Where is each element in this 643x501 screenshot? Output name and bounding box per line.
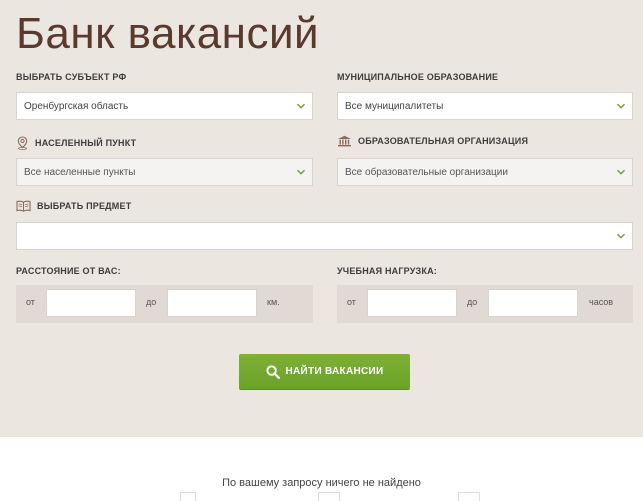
distance-unit: км. (267, 297, 280, 307)
distance-from-label: от (26, 297, 35, 307)
page-title: Банк вакансий (16, 9, 320, 58)
find-vacancies-label: Найти вакансии (285, 366, 384, 377)
distance-label: Расстояние от вас: (16, 266, 121, 276)
organization-select-value: Все образовательные организации (345, 166, 508, 178)
distance-to-label: до (146, 297, 157, 307)
search-icon (265, 364, 280, 379)
chevron-down-icon (616, 169, 626, 175)
workload-to-label: до (467, 297, 478, 307)
workload-from-input[interactable] (367, 289, 457, 317)
subject-label: Выбрать предмет (16, 200, 131, 212)
chevron-down-icon (616, 233, 626, 239)
organization-select[interactable]: Все образовательные организации (337, 158, 633, 186)
subject-select[interactable] (16, 222, 633, 250)
find-vacancies-button[interactable]: Найти вакансии (239, 354, 410, 389)
region-label: Выбрать субъект РФ (16, 72, 127, 82)
workload-range: от до часов (337, 285, 633, 323)
location-pin-icon (17, 136, 28, 150)
organization-label: Образовательная организация (337, 135, 528, 147)
workload-label: Учебная нагрузка: (337, 266, 437, 276)
filter-panel: Банк вакансий Выбрать субъект РФ Муницип… (0, 0, 643, 437)
book-icon (16, 200, 31, 212)
empty-results-message: По вашему запросу ничего не найдено (222, 477, 421, 489)
workload-unit: часов (589, 297, 614, 307)
municipality-label: Муниципальное образование (337, 72, 499, 82)
settlement-select[interactable]: Все населенные пункты (16, 158, 313, 186)
chevron-down-icon (616, 103, 626, 109)
distance-from-input[interactable] (46, 289, 136, 317)
workload-to-input[interactable] (488, 289, 578, 317)
distance-to-input[interactable] (167, 289, 257, 317)
distance-range: от до км. (16, 285, 313, 323)
municipality-select-value: Все муниципалитеты (345, 100, 444, 112)
region-select-value: Оренбургская область (24, 100, 129, 112)
workload-from-label: от (347, 297, 356, 307)
region-select[interactable]: Оренбургская область (16, 92, 313, 120)
chevron-down-icon (296, 103, 306, 109)
institution-icon (338, 135, 351, 147)
chevron-down-icon (296, 169, 306, 175)
municipality-select[interactable]: Все муниципалитеты (337, 92, 633, 120)
settlement-label: Населенный пункт (16, 136, 136, 150)
settlement-select-value: Все населенные пункты (24, 166, 136, 178)
